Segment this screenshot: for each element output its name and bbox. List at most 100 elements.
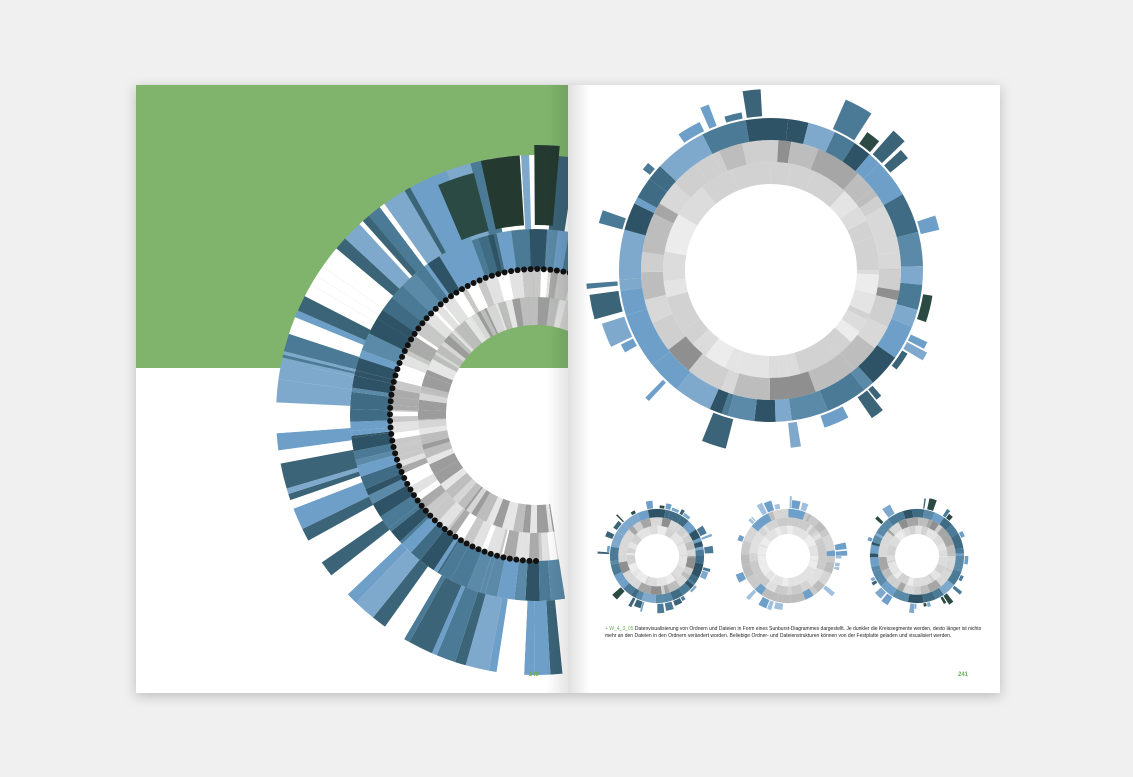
sunburst-figures	[586, 89, 969, 614]
node-dot	[470, 280, 477, 287]
outer-segment	[589, 290, 623, 320]
outer-segment	[923, 602, 927, 607]
node-dot	[401, 474, 408, 481]
node-dot	[390, 378, 397, 385]
ring-segment	[745, 118, 789, 142]
outer-segment	[914, 603, 917, 609]
outer-segment	[835, 550, 848, 556]
ring-segment	[641, 251, 665, 273]
node-dot	[387, 404, 394, 411]
outer-segment	[800, 502, 809, 512]
node-dot	[427, 512, 434, 519]
outer-segment	[645, 379, 667, 402]
outer-segment	[586, 281, 618, 289]
node-dot	[410, 492, 417, 499]
ring-segment	[768, 355, 780, 378]
outer-segment	[659, 505, 665, 509]
outer-segment	[665, 503, 672, 511]
node-dot	[401, 347, 408, 354]
node-dot	[387, 417, 394, 424]
small-sunburst-diagram-3	[867, 498, 969, 614]
node-dot	[432, 305, 439, 312]
node-dot	[513, 556, 520, 563]
node-dot	[452, 533, 459, 540]
small-sunburst-diagram-2	[735, 496, 848, 611]
ring-segment	[776, 593, 791, 604]
page-number-right: 241	[958, 672, 969, 678]
node-dot	[407, 486, 414, 493]
ring-segment	[912, 508, 925, 518]
node-dot	[464, 282, 471, 289]
ring-segment	[754, 399, 776, 422]
sunburst-detail-graphic	[136, 85, 568, 675]
outer-segment	[704, 545, 714, 554]
outer-segment	[774, 503, 781, 510]
outer-segment	[834, 562, 840, 567]
node-dot	[495, 270, 502, 277]
node-dot	[494, 552, 501, 559]
ring-segment	[528, 532, 540, 561]
node-dot	[408, 336, 415, 343]
outer-segment	[870, 576, 876, 582]
node-dot	[540, 266, 547, 273]
node-dot	[453, 289, 460, 296]
node-dot	[392, 372, 399, 379]
ring-segment	[877, 270, 901, 291]
node-dot	[404, 480, 411, 487]
outer-segment	[823, 585, 835, 597]
outer-segment	[788, 421, 801, 448]
node-dot	[519, 557, 526, 564]
ring-segment	[529, 229, 548, 270]
ring-segment	[650, 517, 663, 527]
node-dot	[475, 546, 482, 553]
node-dot	[446, 529, 453, 536]
ring-segment	[663, 251, 687, 282]
ring-segment	[900, 266, 923, 270]
node-dot	[481, 548, 488, 555]
node-dot	[392, 450, 399, 457]
node-dot	[526, 557, 533, 564]
ring-segment	[695, 556, 705, 564]
outer-segment	[758, 596, 770, 609]
node-dot	[521, 266, 528, 273]
node-dot	[404, 342, 411, 349]
node-dot	[387, 411, 394, 418]
ring-segment	[695, 549, 705, 556]
node-dot	[508, 268, 515, 275]
node-dot	[500, 554, 507, 561]
outer-segment	[927, 498, 937, 511]
caption-text: Datenvisualisierung von Ordnern und Date…	[605, 626, 982, 639]
outer-segment	[791, 500, 801, 510]
outer-segment	[746, 589, 757, 601]
ring-segment	[869, 553, 879, 558]
node-dot	[547, 266, 554, 273]
node-dot	[387, 398, 394, 405]
ring-segment	[533, 269, 542, 298]
ring-segment	[650, 585, 662, 595]
node-dot	[487, 550, 494, 557]
outer-segment	[964, 556, 969, 565]
outer-segment	[612, 587, 625, 600]
node-dot	[388, 391, 395, 398]
node-dot	[393, 456, 400, 463]
node-dot	[458, 286, 465, 293]
node-dot	[560, 268, 567, 275]
node-dot	[488, 272, 495, 279]
node-dot	[506, 555, 513, 562]
node-dot	[411, 330, 418, 337]
node-dot	[398, 468, 405, 475]
node-dot	[463, 540, 470, 547]
outer-segment	[952, 585, 963, 595]
ring-segment	[609, 546, 620, 562]
node-dot	[387, 424, 394, 431]
ring-segment	[826, 550, 836, 556]
node-dot	[415, 325, 422, 332]
node-dot	[428, 310, 435, 317]
outer-segment	[645, 500, 654, 510]
ring-segment	[749, 552, 758, 562]
node-dot	[442, 297, 449, 304]
node-dot	[457, 537, 464, 544]
figure-caption: + W_4_3_05 Datenvisualisierung von Ordne…	[605, 626, 985, 640]
node-dot	[437, 301, 444, 308]
node-dot	[418, 502, 425, 509]
